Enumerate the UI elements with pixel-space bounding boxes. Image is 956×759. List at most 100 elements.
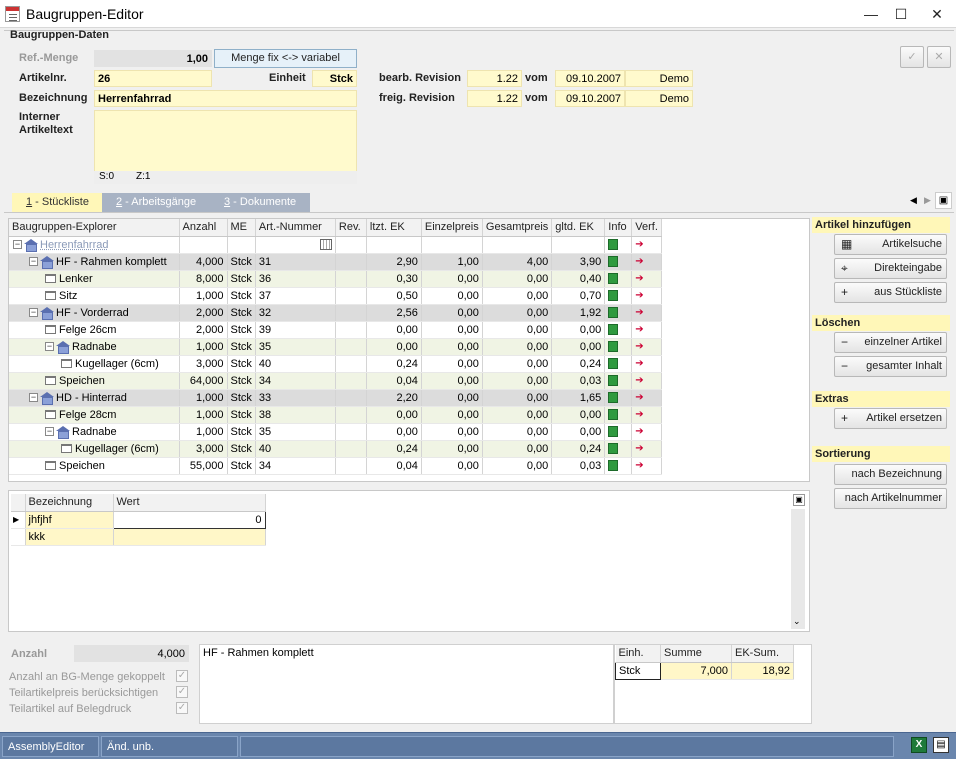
- cell-info[interactable]: [604, 253, 633, 271]
- calculator-icon[interactable]: [319, 239, 332, 251]
- info-icon[interactable]: [608, 409, 619, 421]
- anzahl-field[interactable]: 4,000: [74, 645, 189, 662]
- col-bezeichnung[interactable]: Bezeichnung: [25, 494, 114, 512]
- tree-node-name[interactable]: Speichen: [9, 457, 180, 475]
- arrow-right-icon[interactable]: ➔: [635, 239, 643, 250]
- artikel-ersetzen-button[interactable]: + Artikel ersetzen: [834, 408, 947, 429]
- excel-icon[interactable]: X: [911, 737, 927, 753]
- cell-verf[interactable]: ➔: [631, 236, 662, 254]
- tree-node-name[interactable]: Kugellager (6cm): [9, 355, 180, 373]
- cell-verf[interactable]: ➔: [631, 406, 662, 424]
- info-icon[interactable]: [608, 290, 619, 302]
- tree-row[interactable]: Felge 28cm 1,000 Stck 38 0,00 0,00 0,00 0,00 ➔: [9, 406, 662, 424]
- info-icon[interactable]: [608, 307, 619, 319]
- tree-node-name[interactable]: − Radnabe: [9, 338, 180, 356]
- cell-info[interactable]: [604, 287, 633, 305]
- tab-menu-icon[interactable]: ▣: [935, 192, 952, 209]
- tree-node-name[interactable]: Felge 26cm: [9, 321, 180, 339]
- description-box[interactable]: HF - Rahmen komplett: [199, 644, 614, 724]
- arrow-right-icon[interactable]: ➔: [635, 324, 643, 335]
- arrow-right-icon[interactable]: ➔: [635, 358, 643, 369]
- cell-verf[interactable]: ➔: [631, 253, 662, 271]
- tab-arbeitsgaenge[interactable]: 2 - Arbeitsgänge: [102, 193, 211, 212]
- arrow-right-icon[interactable]: ➔: [635, 426, 643, 437]
- bearb-revision-field[interactable]: 1.22: [467, 70, 522, 87]
- props-scrollbar[interactable]: ⌄: [791, 509, 805, 629]
- tree-row[interactable]: Kugellager (6cm) 3,000 Stck 40 0,24 0,00 0,00 0…: [9, 440, 662, 458]
- tree-node-name[interactable]: Kugellager (6cm): [9, 440, 180, 458]
- tree-row[interactable]: − HF - Rahmen komplett 4,000 Stck 31 2,90 1,00…: [9, 253, 662, 271]
- info-icon[interactable]: [608, 273, 619, 285]
- tree-node-name[interactable]: − HF - Vorderrad: [9, 304, 180, 322]
- cancel-x-icon[interactable]: ✕: [927, 46, 951, 68]
- col-anzahl[interactable]: Anzahl: [179, 219, 228, 237]
- info-icon[interactable]: [608, 256, 619, 268]
- menge-fix-variabel-button[interactable]: Menge fix <-> variabel: [214, 49, 357, 68]
- cell-info[interactable]: [604, 457, 633, 475]
- collapse-icon[interactable]: −: [29, 257, 38, 267]
- tree-row[interactable]: Kugellager (6cm) 3,000 Stck 40 0,24 0,00 0,00 0…: [9, 355, 662, 373]
- col-wert[interactable]: Wert: [113, 494, 266, 512]
- tree-row[interactable]: Felge 26cm 2,000 Stck 39 0,00 0,00 0,00 0,00 ➔: [9, 321, 662, 339]
- direkteingabe-button[interactable]: ⌖ Direkteingabe: [834, 258, 947, 279]
- arrow-right-icon[interactable]: ➔: [635, 290, 643, 301]
- sum-einh[interactable]: Stck: [615, 661, 661, 680]
- cell-verf[interactable]: ➔: [631, 321, 662, 339]
- tree-row[interactable]: Lenker 8,000 Stck 36 0,30 0,00 0,00 0,40 ➔: [9, 270, 662, 288]
- tree-row[interactable]: Sitz 1,000 Stck 37 0,50 0,00 0,00 0,70 ➔: [9, 287, 662, 305]
- tab-scroll-left-icon[interactable]: ◀: [910, 195, 917, 206]
- col-me[interactable]: ME: [227, 219, 256, 237]
- maximize-button[interactable]: ☐: [886, 4, 916, 24]
- tree-node-name[interactable]: Lenker: [9, 270, 180, 288]
- col-explorer[interactable]: Baugruppen-Explorer: [9, 219, 180, 237]
- print-icon[interactable]: ▤: [933, 737, 949, 753]
- collapse-icon[interactable]: −: [45, 342, 54, 352]
- col-artnummer[interactable]: Art.-Nummer: [255, 219, 336, 237]
- cell-info[interactable]: [604, 389, 633, 407]
- nach-bezeichnung-button[interactable]: nach Bezeichnung: [834, 464, 947, 485]
- arrow-right-icon[interactable]: ➔: [635, 409, 643, 420]
- tree-node-name[interactable]: − Herrenfahrrad: [9, 236, 180, 254]
- prop-value-input[interactable]: 0: [112, 510, 266, 529]
- cell-info[interactable]: [604, 406, 633, 424]
- aus-stueckliste-button[interactable]: + aus Stückliste: [834, 282, 947, 303]
- freig-date-field[interactable]: 09.10.2007: [555, 90, 625, 107]
- tree-row[interactable]: − Herrenfahrrad ➔: [9, 236, 662, 254]
- cell-info[interactable]: [604, 321, 633, 339]
- sum-row[interactable]: Stck 7,000 18,92: [615, 661, 794, 680]
- tree-row[interactable]: − HD - Hinterrad 1,000 Stck 33 2,20 0,00 0,00 1,…: [9, 389, 662, 407]
- info-icon[interactable]: [608, 443, 619, 455]
- collapse-icon[interactable]: −: [29, 308, 38, 318]
- tree-row[interactable]: − Radnabe 1,000 Stck 35 0,00 0,00 0,00 0,00 ➔: [9, 338, 662, 356]
- bearb-user-field[interactable]: Demo: [625, 70, 693, 87]
- ref-menge-field[interactable]: 1,00: [94, 50, 212, 67]
- col-gltd-ek[interactable]: gltd. EK: [551, 219, 606, 237]
- option-checkbox[interactable]: ✓: [176, 686, 188, 698]
- prop-value[interactable]: [113, 528, 266, 546]
- freig-revision-field[interactable]: 1.22: [467, 90, 522, 107]
- col-rev[interactable]: Rev.: [335, 219, 367, 237]
- tree-node-name[interactable]: Speichen: [9, 372, 180, 390]
- cell-info[interactable]: [604, 304, 633, 322]
- tree-row[interactable]: Speichen 64,000 Stck 34 0,04 0,00 0,00 0,03 ➔: [9, 372, 662, 390]
- cell-info[interactable]: [604, 372, 633, 390]
- cell-verf[interactable]: ➔: [631, 440, 662, 458]
- einzelner-artikel-button[interactable]: − einzelner Artikel: [834, 332, 947, 353]
- info-icon[interactable]: [608, 392, 619, 404]
- tree-node-name[interactable]: − HD - Hinterrad: [9, 389, 180, 407]
- info-icon[interactable]: [608, 375, 619, 387]
- tree-row[interactable]: − HF - Vorderrad 2,000 Stck 32 2,56 0,00 0,00 1,…: [9, 304, 662, 322]
- tab-dokumente[interactable]: 3 - Dokumente: [210, 193, 311, 212]
- tree-node-name[interactable]: Sitz: [9, 287, 180, 305]
- arrow-right-icon[interactable]: ➔: [635, 443, 643, 454]
- collapse-icon[interactable]: −: [13, 240, 22, 250]
- tree-node-name[interactable]: − Radnabe: [9, 423, 180, 441]
- bezeichnung-field[interactable]: Herrenfahrrad: [94, 90, 357, 107]
- arrow-right-icon[interactable]: ➔: [635, 392, 643, 403]
- artikelsuche-button[interactable]: ▦ Artikelsuche: [834, 234, 947, 255]
- tab-scroll-right-icon[interactable]: ▶: [924, 195, 931, 206]
- info-icon[interactable]: [608, 426, 619, 438]
- arrow-right-icon[interactable]: ➔: [635, 375, 643, 386]
- collapse-icon[interactable]: −: [29, 393, 38, 403]
- cell-verf[interactable]: ➔: [631, 423, 662, 441]
